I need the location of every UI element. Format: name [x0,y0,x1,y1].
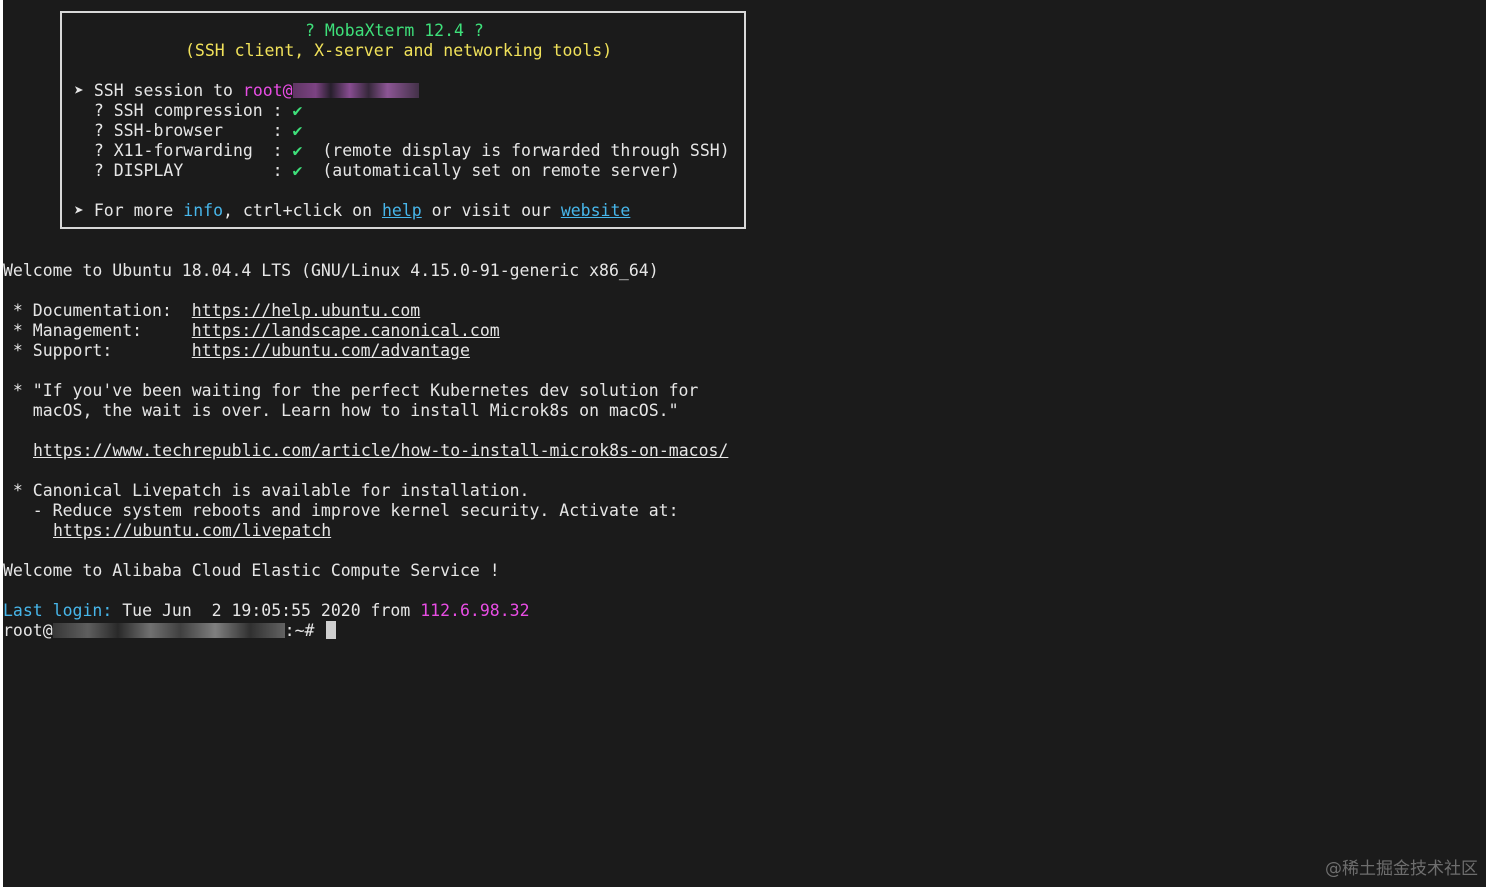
banner-subtitle: (SSH client, X-server and networking too… [185,41,613,60]
alibaba-welcome: Welcome to Alibaba Cloud Elastic Compute… [3,561,500,580]
option-display: ? DISPLAY : ✔ (automatically set on remo… [74,161,680,180]
ubuntu-welcome: Welcome to Ubuntu 18.04.4 LTS (GNU/Linux… [3,261,659,280]
doc-line: * Documentation: https://help.ubuntu.com [3,301,421,320]
support-line: * Support: https://ubuntu.com/advantage [3,341,470,360]
check-icon: ✔ [292,141,303,160]
ssh-session-line: ➤ SSH session to root@ [74,81,419,101]
redacted-hostname [52,623,285,638]
option-ssh-compression: ? SSH compression : ✔ [74,101,303,120]
kubernetes-line-2: macOS, the wait is over. Learn how to in… [3,401,679,420]
kubernetes-url-line: https://www.techrepublic.com/article/how… [33,441,728,461]
last-login-label: Last login: [3,601,113,620]
livepatch-url-line: https://ubuntu.com/livepatch [53,521,331,541]
help-link[interactable]: help [382,201,422,220]
check-icon: ✔ [292,121,303,140]
check-icon: ✔ [292,161,303,180]
doc-url-link[interactable]: https://help.ubuntu.com [192,301,420,320]
kubernetes-url-link[interactable]: https://www.techrepublic.com/article/how… [33,441,728,460]
more-info-line: ➤ For more info, ctrl+click on help or v… [74,201,631,220]
support-url-link[interactable]: https://ubuntu.com/advantage [192,341,470,360]
redacted-host [292,83,419,98]
last-login-ip: 112.6.98.32 [420,601,530,620]
info-link[interactable]: info [183,201,223,220]
management-url-link[interactable]: https://landscape.canonical.com [192,321,500,340]
watermark: @稀土掘金技术社区 [1325,859,1478,879]
banner-title: ? MobaXterm 12.4 ? [305,21,484,40]
prompt-suffix: :~# [284,621,315,640]
shell-prompt[interactable]: root@ :~# [3,621,337,641]
kubernetes-line-1: * "If you've been waiting for the perfec… [3,381,699,400]
ssh-user: root@ [242,81,293,100]
check-icon: ✔ [292,101,303,120]
management-line: * Management: https://landscape.canonica… [3,321,500,340]
option-ssh-browser: ? SSH-browser : ✔ [74,121,303,140]
terminal-cursor [326,621,337,639]
website-link[interactable]: website [561,201,631,220]
livepatch-line-2: - Reduce system reboots and improve kern… [3,501,679,520]
last-login-line: Last login: Tue Jun 2 19:05:55 2020 from… [3,601,530,620]
terminal-window[interactable]: ? MobaXterm 12.4 ? (SSH client, X-server… [3,0,1486,887]
livepatch-url-link[interactable]: https://ubuntu.com/livepatch [53,521,331,540]
option-x11-forwarding: ? X11-forwarding : ✔ (remote display is … [74,141,730,160]
prompt-user: root@ [3,621,53,640]
livepatch-line-1: * Canonical Livepatch is available for i… [3,481,530,500]
